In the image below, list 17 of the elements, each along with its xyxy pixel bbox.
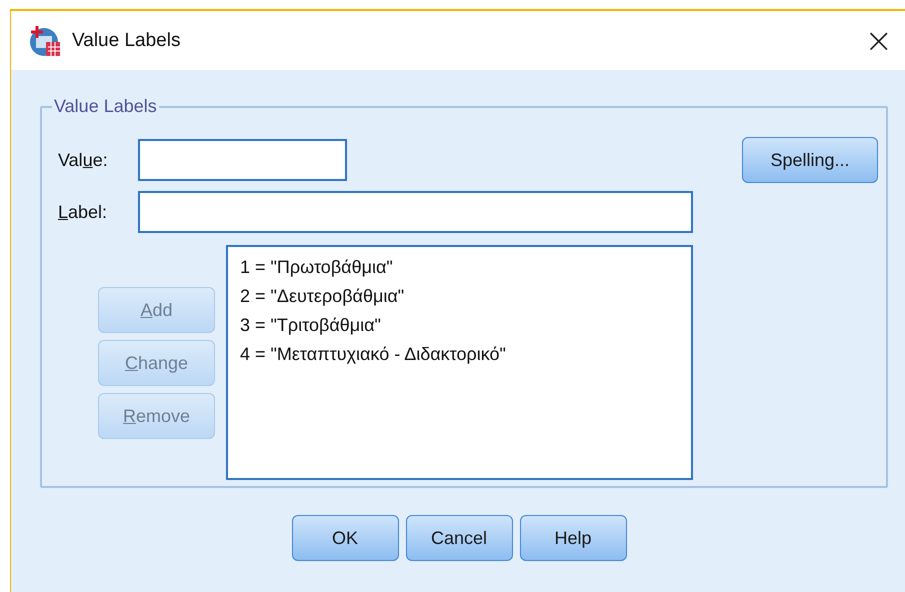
group-title: Value Labels (53, 96, 158, 117)
list-item[interactable]: 1 = "Πρωτοβάθμια" (240, 253, 679, 282)
value-list[interactable]: 1 = "Πρωτοβάθμια" 2 = "Δευτεροβάθμια" 3 = "Τριτοβάθμια" 4 = "Μεταπτυχιακό - Διδακτορικό" (226, 245, 693, 480)
list-item[interactable]: 4 = "Μεταπτυχιακό - Διδακτορικό" (240, 340, 679, 369)
list-item[interactable]: 2 = "Δευτεροβάθμια" (240, 282, 679, 311)
dialog-button[interactable]: Cancel (406, 515, 512, 561)
close-button[interactable]: × (858, 24, 899, 58)
list-item[interactable]: 3 = "Τριτοβάθμια" (240, 311, 679, 340)
label-field[interactable] (138, 191, 693, 233)
dialog-button[interactable]: Help (520, 515, 626, 561)
spelling-button[interactable]: Spelling... (742, 137, 878, 183)
dialog-button[interactable]: OK (292, 515, 398, 561)
table-icon (28, 24, 62, 58)
window-title: Value Labels (72, 30, 180, 52)
field-label: Label: (58, 202, 108, 222)
field-label: Value: (58, 150, 109, 170)
value-field[interactable] (138, 139, 347, 181)
